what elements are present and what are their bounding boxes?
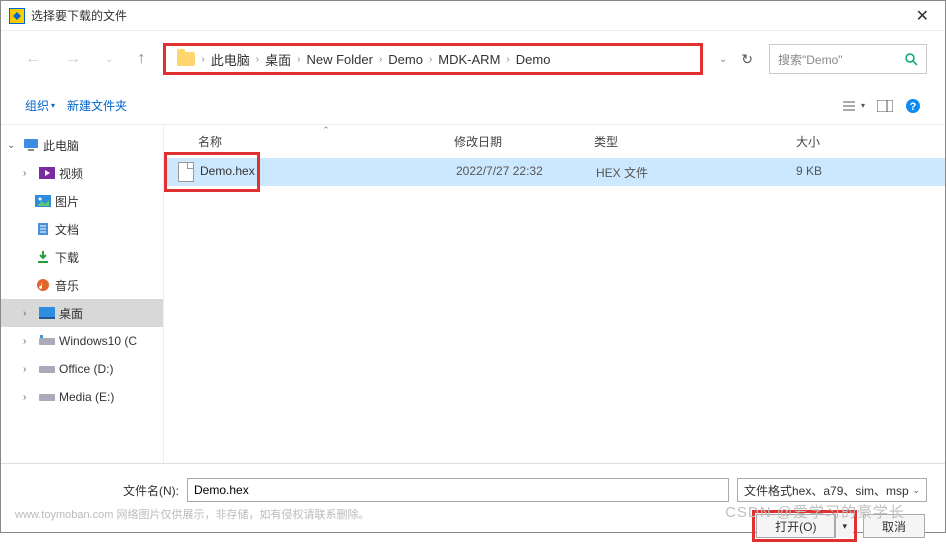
- chevron-right-icon: ›: [23, 308, 35, 319]
- file-size: 9 KB: [732, 164, 842, 181]
- view-list-button[interactable]: ▾: [837, 96, 871, 116]
- history-dropdown[interactable]: ⌄: [719, 54, 727, 65]
- chevron-right-icon: ›: [23, 168, 35, 179]
- documents-icon: [35, 221, 51, 237]
- downloads-icon: [35, 249, 51, 265]
- sidebar-item-videos[interactable]: › 视频: [1, 159, 163, 187]
- sidebar-item-label: Windows10 (C: [59, 334, 137, 348]
- new-folder-button[interactable]: 新建文件夹: [61, 93, 133, 118]
- column-header-date[interactable]: 修改日期: [454, 133, 594, 150]
- folder-icon: [177, 52, 195, 66]
- file-type-filter[interactable]: 文件格式hex、a79、sim、msp ⌄: [737, 478, 927, 502]
- watermark-left: www.toymoban.com 网络图片仅供展示，非存储，如有侵权请联系删除。: [15, 506, 369, 522]
- up-button[interactable]: ↑: [131, 46, 151, 72]
- sidebar-item-pictures[interactable]: 图片: [1, 187, 163, 215]
- file-name: Demo.hex: [200, 164, 456, 181]
- sidebar-item-label: 此电脑: [43, 137, 79, 154]
- title-bar: 选择要下载的文件 ✕: [1, 1, 945, 31]
- file-icon: [178, 162, 194, 182]
- organize-menu[interactable]: 组织 ▾: [19, 93, 61, 118]
- column-header-size[interactable]: 大小: [730, 133, 840, 150]
- chevron-right-icon: ›: [23, 392, 35, 403]
- file-row[interactable]: Demo.hex 2022/7/27 22:32 HEX 文件 9 KB: [164, 158, 945, 186]
- search-input[interactable]: 搜索"Demo": [769, 44, 927, 74]
- sidebar-item-label: Office (D:): [59, 362, 113, 376]
- chevron-right-icon: ›: [379, 54, 382, 65]
- chevron-down-icon: ⌄: [912, 485, 920, 496]
- file-date: 2022/7/27 22:32: [456, 164, 596, 181]
- chevron-right-icon: ›: [256, 54, 259, 65]
- sidebar-item-label: 音乐: [55, 277, 79, 294]
- breadcrumb-item[interactable]: New Folder: [306, 52, 372, 67]
- search-placeholder: 搜索"Demo": [778, 51, 843, 68]
- breadcrumb-item[interactable]: Demo: [388, 52, 423, 67]
- sidebar-item-documents[interactable]: 文档: [1, 215, 163, 243]
- chevron-right-icon: ›: [429, 54, 432, 65]
- app-icon: [9, 8, 25, 24]
- watermark-right: CSDN @爱学习的豪学长: [725, 501, 905, 522]
- sidebar-item-desktop[interactable]: › 桌面: [1, 299, 163, 327]
- navigation-row: ← → ⌄ ↑ › 此电脑 › 桌面 › New Folder › Demo ›…: [1, 31, 945, 87]
- disk-icon: [39, 361, 55, 377]
- file-list: ⌃ 名称 修改日期 类型 大小 Demo.hex 2022/7/27 22:32…: [164, 125, 945, 463]
- pc-icon: [23, 137, 39, 153]
- close-button[interactable]: ✕: [908, 6, 937, 26]
- filename-input[interactable]: [187, 478, 729, 502]
- file-type: HEX 文件: [596, 164, 732, 181]
- breadcrumb-item[interactable]: MDK-ARM: [438, 52, 500, 67]
- chevron-down-icon: ⌄: [7, 140, 19, 151]
- sidebar-item-label: 视频: [59, 165, 83, 182]
- chevron-right-icon: ›: [23, 336, 35, 347]
- sidebar-item-disk-e[interactable]: › Media (E:): [1, 383, 163, 411]
- filter-label: 文件格式hex、a79、sim、msp: [744, 482, 909, 499]
- music-icon: [35, 277, 51, 293]
- breadcrumb-item[interactable]: 此电脑: [211, 50, 250, 69]
- toolbar: 组织 ▾ 新建文件夹 ▾ ?: [1, 87, 945, 125]
- window-title: 选择要下载的文件: [31, 7, 127, 24]
- refresh-button[interactable]: ↻: [741, 51, 753, 68]
- svg-text:?: ?: [910, 101, 917, 113]
- filename-label: 文件名(N):: [19, 482, 179, 499]
- pictures-icon: [35, 193, 51, 209]
- breadcrumb-bar[interactable]: › 此电脑 › 桌面 › New Folder › Demo › MDK-ARM…: [163, 43, 702, 75]
- sidebar-item-downloads[interactable]: 下载: [1, 243, 163, 271]
- disk-icon: [39, 389, 55, 405]
- chevron-right-icon: ›: [506, 54, 509, 65]
- sidebar-item-label: 图片: [55, 193, 79, 210]
- back-button[interactable]: ←: [19, 46, 47, 72]
- sidebar-item-disk-d[interactable]: › Office (D:): [1, 355, 163, 383]
- sidebar-item-music[interactable]: 音乐: [1, 271, 163, 299]
- sidebar-item-label: 文档: [55, 221, 79, 238]
- breadcrumb-item[interactable]: Demo: [516, 52, 551, 67]
- sidebar-item-label: 桌面: [59, 305, 83, 322]
- column-headers: ⌃ 名称 修改日期 类型 大小: [164, 125, 945, 158]
- recent-dropdown[interactable]: ⌄: [99, 50, 119, 69]
- preview-pane-button[interactable]: [871, 96, 899, 116]
- search-icon: [904, 52, 918, 66]
- sidebar-item-thispc[interactable]: ⌄ 此电脑: [1, 131, 163, 159]
- chevron-right-icon: ›: [201, 54, 204, 65]
- sidebar-item-label: Media (E:): [59, 390, 114, 404]
- disk-icon: [39, 333, 55, 349]
- sidebar-item-disk-c[interactable]: › Windows10 (C: [1, 327, 163, 355]
- help-button[interactable]: ?: [899, 94, 927, 118]
- desktop-icon: [39, 305, 55, 321]
- sidebar: ⌄ 此电脑 › 视频 图片 文档 下载 音乐 › 桌面: [1, 125, 164, 463]
- forward-button[interactable]: →: [59, 46, 87, 72]
- column-header-name[interactable]: ⌃ 名称: [198, 133, 454, 150]
- chevron-right-icon: ›: [23, 364, 35, 375]
- breadcrumb-item[interactable]: 桌面: [265, 50, 291, 69]
- column-header-type[interactable]: 类型: [594, 133, 730, 150]
- video-icon: [39, 165, 55, 181]
- chevron-right-icon: ›: [297, 54, 300, 65]
- sidebar-item-label: 下载: [55, 249, 79, 266]
- sort-indicator-icon: ⌃: [322, 125, 330, 136]
